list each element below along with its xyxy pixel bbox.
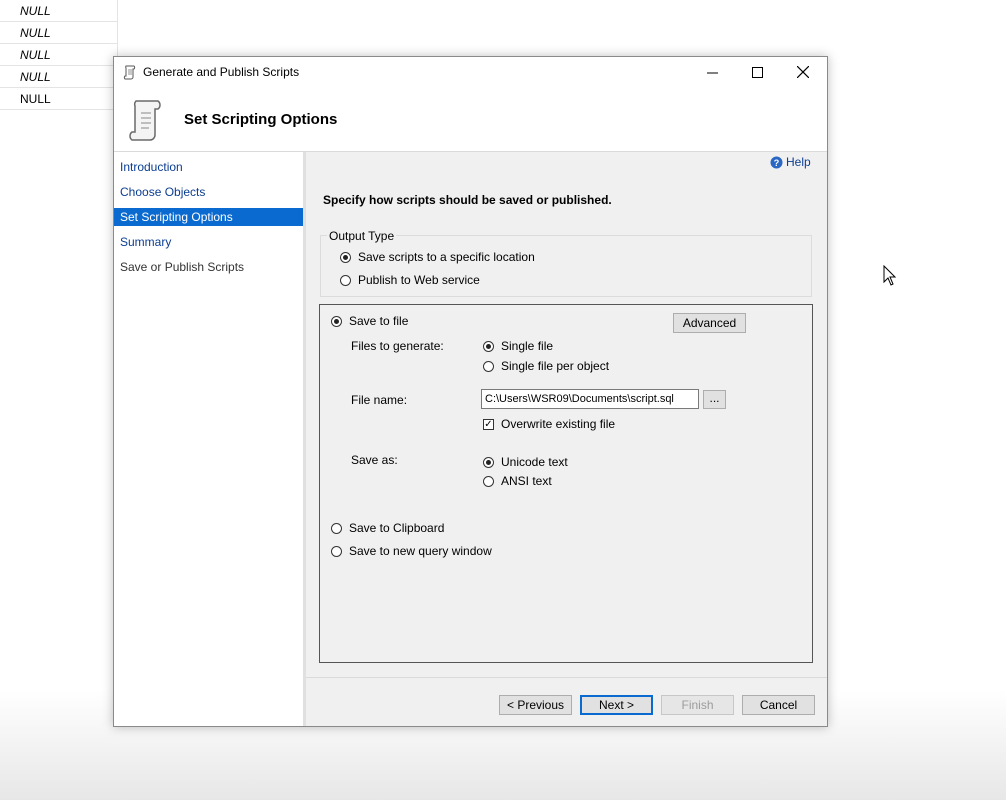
page-description: Specify how scripts should be saved or p… (323, 193, 612, 207)
grid-cell: NULL (0, 88, 118, 110)
save-as-label: Save as: (351, 453, 398, 467)
checkbox-label: Overwrite existing file (501, 417, 616, 431)
maximize-icon (752, 66, 763, 78)
next-button[interactable]: Next > (580, 695, 653, 715)
output-type-label: Output Type (327, 229, 397, 243)
grid-cell: NULL (0, 44, 118, 66)
file-name-input[interactable]: C:\Users\WSR09\Documents\script.sql (481, 389, 699, 409)
files-to-generate-label: Files to generate: (351, 339, 444, 353)
radio-single-file-per-object[interactable]: Single file per object (483, 359, 609, 373)
radio-label: Save to Clipboard (349, 521, 445, 535)
radio-label: Publish to Web service (358, 273, 480, 287)
radio-save-to-new-query-window[interactable]: Save to new query window (331, 544, 492, 558)
radio-indicator (340, 251, 351, 263)
minimize-button[interactable] (690, 57, 735, 87)
nav-item-choose-objects[interactable]: Choose Objects (114, 183, 303, 201)
nav-divider (303, 152, 306, 726)
results-grid: NULL NULL NULL NULL NULL (0, 0, 118, 110)
overwrite-checkbox[interactable]: ✓ Overwrite existing file (483, 417, 615, 431)
window-title: Generate and Publish Scripts (143, 65, 300, 79)
radio-indicator (483, 360, 494, 372)
file-name-label: File name: (351, 393, 408, 407)
page-title: Set Scripting Options (184, 111, 338, 128)
radio-indicator (331, 315, 342, 327)
radio-label: ANSI text (501, 474, 552, 488)
radio-indicator (331, 522, 342, 534)
radio-single-file[interactable]: Single file (483, 339, 553, 353)
radio-publish-web-service[interactable]: Publish to Web service (340, 273, 480, 287)
maximize-button[interactable] (735, 57, 780, 87)
minimize-icon (707, 72, 718, 73)
checkbox-indicator: ✓ (483, 418, 494, 430)
output-type-group (320, 235, 812, 297)
radio-ansi-text[interactable]: ANSI text (483, 474, 552, 488)
browse-button[interactable]: ... (703, 390, 726, 409)
save-options-panel (319, 304, 813, 663)
radio-save-to-clipboard[interactable]: Save to Clipboard (331, 521, 444, 535)
radio-label: Save to new query window (349, 544, 492, 558)
radio-unicode-text[interactable]: Unicode text (483, 455, 568, 469)
grid-cell: NULL (0, 66, 118, 88)
finish-button: Finish (661, 695, 734, 715)
wizard-nav: Introduction Choose Objects Set Scriptin… (114, 152, 303, 726)
footer-divider (306, 677, 827, 678)
radio-save-specific-location[interactable]: Save scripts to a specific location (340, 250, 535, 264)
radio-label: Save scripts to a specific location (358, 250, 535, 264)
close-button[interactable] (780, 57, 825, 87)
radio-label: Save to file (349, 314, 409, 328)
radio-indicator (340, 274, 351, 286)
nav-item-introduction[interactable]: Introduction (114, 158, 303, 176)
close-icon (796, 66, 809, 78)
svg-text:?: ? (774, 158, 780, 168)
radio-indicator (331, 545, 342, 557)
nav-item-summary[interactable]: Summary (114, 233, 303, 251)
generate-scripts-dialog: Generate and Publish Scripts Set Scripti… (113, 56, 828, 727)
radio-save-to-file[interactable]: Save to file (331, 314, 408, 328)
nav-item-save-or-publish: Save or Publish Scripts (120, 260, 245, 274)
nav-item-set-scripting-options[interactable]: Set Scripting Options (114, 208, 303, 226)
help-icon: ? (770, 156, 783, 168)
cancel-button[interactable]: Cancel (742, 695, 815, 715)
radio-indicator (483, 456, 494, 468)
script-icon (123, 65, 136, 80)
grid-cell: NULL (0, 22, 118, 44)
title-bar: Generate and Publish Scripts (114, 57, 827, 87)
advanced-button[interactable]: Advanced (673, 313, 746, 333)
radio-label: Single file per object (501, 359, 610, 373)
mouse-cursor-icon (883, 265, 897, 286)
wizard-header: Set Scripting Options (114, 87, 827, 152)
radio-label: Unicode text (501, 455, 568, 469)
radio-indicator (483, 340, 494, 352)
radio-label: Single file (501, 339, 554, 353)
previous-button[interactable]: < Previous (499, 695, 572, 715)
radio-indicator (483, 475, 494, 487)
help-link[interactable]: ? Help (770, 155, 811, 169)
grid-cell: NULL (0, 0, 118, 22)
help-label: Help (786, 155, 811, 169)
script-scroll-icon (129, 100, 161, 141)
